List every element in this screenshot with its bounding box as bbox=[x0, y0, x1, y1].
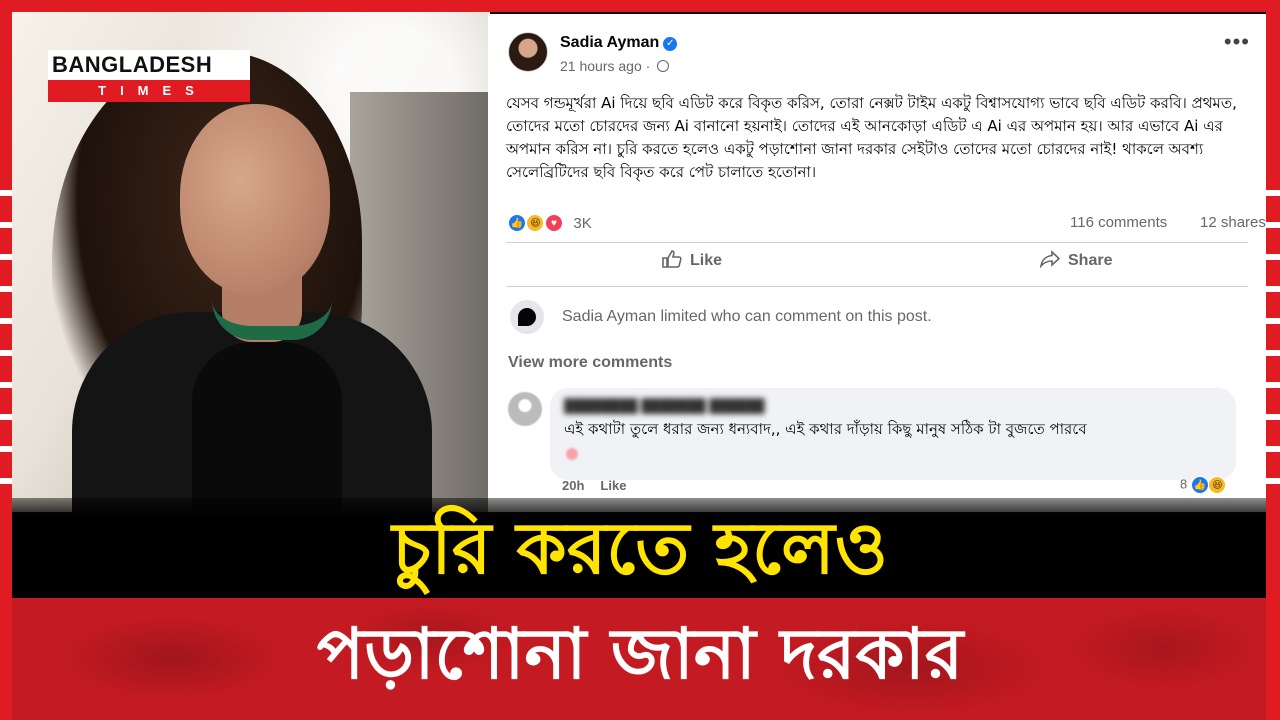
headline-line1: চুরি করতে হলেও bbox=[392, 506, 888, 590]
author-avatar[interactable] bbox=[508, 32, 548, 72]
reaction-summary[interactable]: 👍 😆 ♥ 3K bbox=[508, 214, 592, 236]
facebook-post: Sadia Ayman ✓ 21 hours ago · ••• যেসব গন্… bbox=[488, 14, 1266, 512]
reaction-count: 3K bbox=[573, 214, 592, 232]
post-author[interactable]: Sadia Ayman ✓ bbox=[560, 34, 678, 52]
like-reaction-icon: 👍 bbox=[1190, 476, 1209, 494]
comment-reactions[interactable]: 8 👍 😆 bbox=[1180, 476, 1227, 494]
comment-meta: 20h Like bbox=[562, 478, 642, 493]
author-name[interactable]: Sadia Ayman bbox=[560, 34, 659, 51]
comment-emoji-icon bbox=[566, 448, 578, 460]
comment-bubble-icon bbox=[510, 300, 544, 334]
more-options-icon[interactable]: ••• bbox=[1224, 31, 1250, 53]
comments-count[interactable]: 116 comments bbox=[1070, 214, 1167, 231]
shares-count[interactable]: 12 shares bbox=[1200, 214, 1266, 231]
haha-reaction-icon: 😆 bbox=[1208, 476, 1227, 494]
thumbs-up-icon bbox=[662, 250, 682, 268]
headline-line2: পড়াশোনা জানা দরকার bbox=[316, 613, 964, 695]
post-body: যেসব গন্ডমূর্খরা Ai দিয়ে ছবি এডিট করে ব… bbox=[506, 94, 1237, 181]
commenter-avatar[interactable] bbox=[508, 392, 542, 426]
verified-badge-icon: ✓ bbox=[663, 37, 678, 51]
comment-text: এই কথাটা তুলে ধরার জন্য ধন্যবাদ,, এই কথা… bbox=[564, 420, 1087, 438]
logo-line2: TIMES bbox=[48, 80, 250, 102]
comment-reaction-count: 8 bbox=[1180, 476, 1188, 492]
logo-line1: BANGLADESH bbox=[48, 50, 250, 80]
post-time-label[interactable]: 21 hours ago bbox=[560, 58, 642, 74]
like-button[interactable]: Like bbox=[662, 250, 722, 270]
love-reaction-icon: ♥ bbox=[544, 214, 563, 232]
comment-age[interactable]: 20h bbox=[562, 478, 584, 493]
share-icon bbox=[1040, 250, 1060, 268]
like-label: Like bbox=[690, 252, 723, 269]
globe-icon bbox=[657, 60, 670, 72]
channel-logo: BANGLADESH TIMES bbox=[48, 50, 250, 102]
commenter-name-blurred[interactable]: ████████ ███████ ██████ bbox=[564, 398, 765, 413]
frame-dashes-left bbox=[0, 190, 12, 510]
like-reaction-icon: 👍 bbox=[508, 214, 526, 232]
haha-reaction-icon: 😆 bbox=[526, 214, 545, 232]
comment-like-button[interactable]: Like bbox=[600, 478, 626, 493]
comment-bubble: ████████ ███████ ██████ এই কথাটা তুলে ধর… bbox=[550, 388, 1236, 480]
divider bbox=[506, 286, 1248, 287]
post-time[interactable]: 21 hours ago · bbox=[560, 58, 670, 74]
limit-notice-text: Sadia Ayman limited who can comment on t… bbox=[562, 308, 932, 325]
comment-limit-notice: Sadia Ayman limited who can comment on t… bbox=[506, 296, 1248, 338]
frame-dashes-right bbox=[1266, 190, 1280, 510]
share-label: Share bbox=[1068, 252, 1113, 269]
thumbnail-frame: BANGLADESH TIMES Sadia Ayman ✓ 21 hours a… bbox=[0, 0, 1280, 720]
share-button[interactable]: Share bbox=[1040, 250, 1112, 270]
frame-border-top bbox=[0, 0, 1280, 12]
view-more-comments-link[interactable]: View more comments bbox=[508, 354, 672, 372]
divider bbox=[506, 242, 1248, 243]
